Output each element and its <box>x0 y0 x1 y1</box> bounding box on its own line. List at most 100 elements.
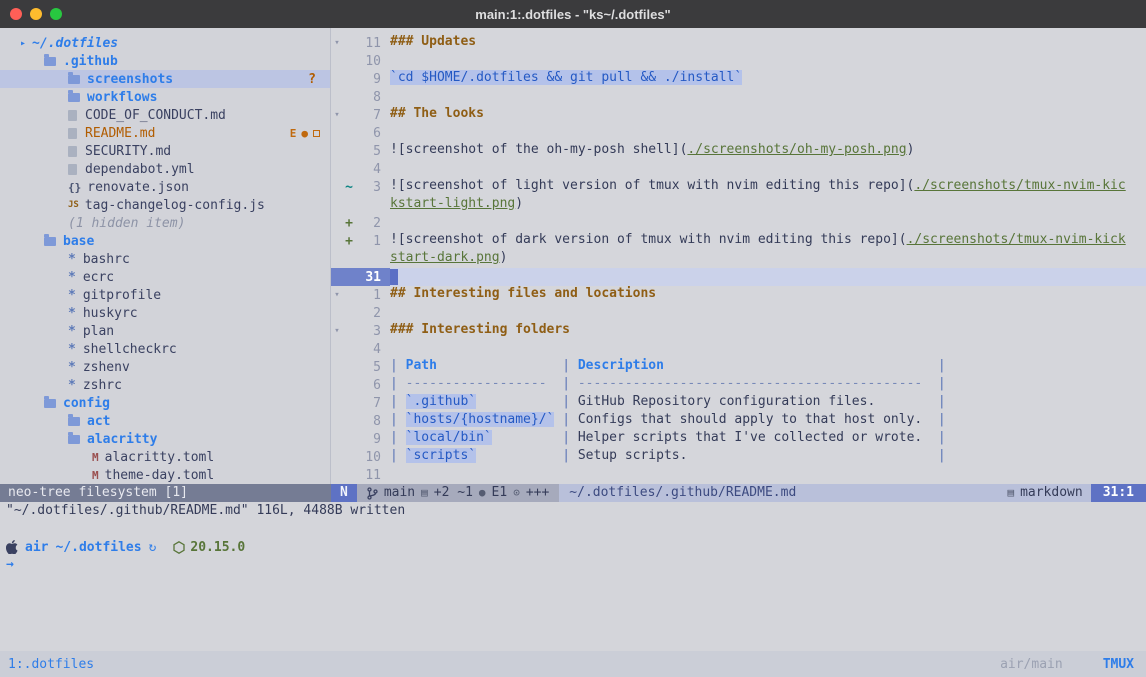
tree-item-plan[interactable]: *plan <box>0 322 330 340</box>
fold-chevron-icon[interactable]: ▾ <box>331 290 343 300</box>
line-number: 3 <box>355 180 381 195</box>
tree-item-readme.md[interactable]: README.mdE● <box>0 124 330 142</box>
editor-line[interactable]: ▾3### Interesting folders <box>331 322 1146 340</box>
gutter: 2 <box>331 304 390 322</box>
gutter: ▾7 <box>331 106 390 124</box>
editor-line[interactable]: ▾7## The looks <box>331 106 1146 124</box>
editor-line[interactable]: +2 <box>331 214 1146 232</box>
fold-chevron-icon[interactable]: ▾ <box>331 38 343 48</box>
editor-line-current[interactable]: 31 <box>331 268 1146 286</box>
text-segment-p: | <box>390 358 406 373</box>
tree-item-zshrc[interactable]: *zshrc <box>0 376 330 394</box>
line-text: ### Interesting folders <box>390 322 1146 340</box>
text-segment-t <box>492 430 562 445</box>
line-text <box>390 88 1146 106</box>
tree-item-screenshots[interactable]: screenshots? <box>0 70 330 88</box>
line-text: ![screenshot of the oh-my-posh shell](./… <box>390 142 1146 160</box>
editor-line[interactable]: 6| ------------------ | ----------------… <box>331 376 1146 394</box>
tree-item-huskyrc[interactable]: *huskyrc <box>0 304 330 322</box>
editor-line[interactable]: 5| Path | Description | <box>331 358 1146 376</box>
tree-item-config[interactable]: config <box>0 394 330 412</box>
tree-item-theme-day.toml[interactable]: Mtheme-day.toml <box>0 466 330 484</box>
file-icon <box>68 146 77 157</box>
editor-line[interactable]: 4 <box>331 340 1146 358</box>
editor-line[interactable]: ▾11### Updates <box>331 34 1146 52</box>
text-segment-d: ------------------ <box>406 376 547 391</box>
tree-item-zshenv[interactable]: *zshenv <box>0 358 330 376</box>
tree-item-act[interactable]: act <box>0 412 330 430</box>
text-segment-p: | <box>938 430 946 445</box>
tree-item-dependabot.yml[interactable]: dependabot.yml <box>0 160 330 178</box>
tree-item--1-hidden-item-[interactable]: (1 hidden item) <box>0 214 330 232</box>
editor-line[interactable]: 9| `local/bin` | Helper scripts that I'v… <box>331 430 1146 448</box>
traffic-lights <box>10 8 62 20</box>
text-segment-h: ## The looks <box>390 106 484 121</box>
zoom-button[interactable] <box>50 8 62 20</box>
text-segment-p: | <box>562 448 578 463</box>
tree-item-ecrc[interactable]: *ecrc <box>0 268 330 286</box>
fold-chevron-icon[interactable]: ▾ <box>331 326 343 336</box>
tree-item-.github[interactable]: .github <box>0 52 330 70</box>
workspace: ▸~/.dotfiles.githubscreenshots?workflows… <box>0 28 1146 484</box>
tree-item-alacritty[interactable]: alacritty <box>0 430 330 448</box>
editor-line[interactable]: 4 <box>331 160 1146 178</box>
tree-item-renovate.json[interactable]: {}renovate.json <box>0 178 330 196</box>
minimize-button[interactable] <box>30 8 42 20</box>
editor-line[interactable]: 8| `hosts/{hostname}/` | Configs that sh… <box>331 412 1146 430</box>
git-sign: ~ <box>343 180 355 195</box>
line-number: 11 <box>355 468 381 483</box>
tree-item-label: bashrc <box>83 252 130 267</box>
text-segment-p: | <box>390 412 406 427</box>
editor-buffer[interactable]: ▾11### Updates109`cd $HOME/.dotfiles && … <box>331 28 1146 484</box>
editor-line[interactable]: 11 <box>331 466 1146 484</box>
editor-line[interactable]: 2 <box>331 304 1146 322</box>
editor-line[interactable]: +1![screenshot of dark version of tmux w… <box>331 232 1146 250</box>
tree-item-tag-changelog-config.js[interactable]: JStag-changelog-config.js <box>0 196 330 214</box>
tree-item-bashrc[interactable]: *bashrc <box>0 250 330 268</box>
text-segment-code: `hosts/{hostname}/` <box>406 412 555 427</box>
tree-item-code-of-conduct.md[interactable]: CODE_OF_CONDUCT.md <box>0 106 330 124</box>
tree-item-alacritty.toml[interactable]: Malacritty.toml <box>0 448 330 466</box>
diagnostics-count: E1 <box>492 484 508 502</box>
editor-line[interactable]: 8 <box>331 88 1146 106</box>
text-segment-t <box>687 448 937 463</box>
prompt-input-line[interactable]: → <box>0 556 1146 574</box>
text-segment-t <box>664 358 938 373</box>
editor-line[interactable]: 10| `scripts` | Setup scripts. | <box>331 448 1146 466</box>
tree-item-shellcheckrc[interactable]: *shellcheckrc <box>0 340 330 358</box>
neo-tree-panel[interactable]: ▸~/.dotfiles.githubscreenshots?workflows… <box>0 28 331 484</box>
tree-item-workflows[interactable]: workflows <box>0 88 330 106</box>
gutter: 8 <box>331 412 390 430</box>
tree-item-label: README.md <box>85 126 155 141</box>
gutter: 9 <box>331 70 390 88</box>
tree-item-label: zshrc <box>83 378 122 393</box>
git-sign: + <box>343 216 355 231</box>
text-segment-u: ./screenshots/oh-my-posh.png <box>687 142 906 157</box>
text-segment-p: | <box>390 376 406 391</box>
text-segment-p: | <box>562 430 578 445</box>
tree-item-gitprofile[interactable]: *gitprofile <box>0 286 330 304</box>
diff-counts: +2 ~1 <box>434 484 473 502</box>
text-segment-t <box>437 358 562 373</box>
window-title: main:1:.dotfiles - "ks~/.dotfiles" <box>475 7 670 22</box>
line-number: 9 <box>355 432 381 447</box>
editor-line[interactable]: kstart-light.png) <box>331 196 1146 214</box>
tree-item-~-.dotfiles[interactable]: ▸~/.dotfiles <box>0 34 330 52</box>
gutter: 4 <box>331 340 390 358</box>
fold-chevron-icon[interactable]: ▾ <box>331 110 343 120</box>
tmux-window-tab[interactable]: 1:.dotfiles <box>8 657 94 672</box>
tree-item-security.md[interactable]: SECURITY.md <box>0 142 330 160</box>
line-text <box>390 304 1146 322</box>
editor-line[interactable]: 7| `.github` | GitHub Repository configu… <box>331 394 1146 412</box>
editor-line[interactable]: 9`cd $HOME/.dotfiles && git pull && ./in… <box>331 70 1146 88</box>
folder-icon <box>68 417 80 426</box>
editor-line[interactable]: 6 <box>331 124 1146 142</box>
editor-line[interactable]: ▾1## Interesting files and locations <box>331 286 1146 304</box>
text-segment-t: ) <box>515 196 523 211</box>
close-button[interactable] <box>10 8 22 20</box>
editor-line[interactable]: start-dark.png) <box>331 250 1146 268</box>
editor-line[interactable]: 5![screenshot of the oh-my-posh shell](.… <box>331 142 1146 160</box>
tree-item-base[interactable]: base <box>0 232 330 250</box>
editor-line[interactable]: 10 <box>331 52 1146 70</box>
editor-line[interactable]: ~3![screenshot of light version of tmux … <box>331 178 1146 196</box>
